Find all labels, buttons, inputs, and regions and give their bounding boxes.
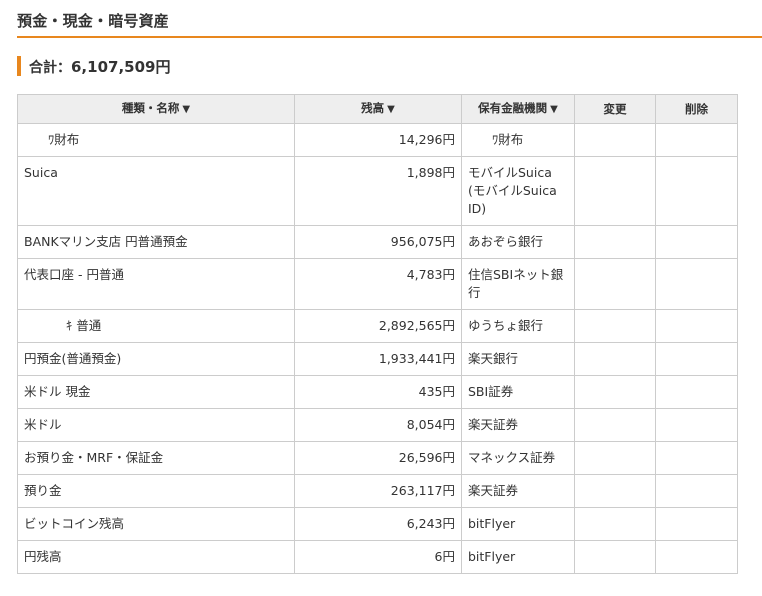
cell-institution: SBI証券: [461, 375, 575, 409]
cell-balance: 263,117円: [294, 474, 462, 508]
table-row: 円残高 6円 bitFlyer: [17, 540, 738, 574]
cell-institution: bitFlyer: [461, 507, 575, 541]
cell-name: お預り金・MRF・保証金: [17, 441, 295, 475]
cell-delete[interactable]: [655, 225, 738, 259]
cell-edit[interactable]: [574, 225, 656, 259]
table-row: ｷ 普通 2,892,565円 ゆうちょ銀行: [17, 309, 738, 343]
cell-edit[interactable]: [574, 441, 656, 475]
table-row: 米ドル 8,054円 楽天証券: [17, 408, 738, 442]
total-label: 合計：: [29, 59, 71, 76]
title-divider: [17, 36, 762, 38]
cell-balance: 6円: [294, 540, 462, 574]
cell-delete[interactable]: [655, 309, 738, 343]
table-row: ﾜ財布 14,296円 ﾜ財布: [17, 123, 738, 157]
cell-institution: ﾜ財布: [461, 123, 575, 157]
cell-name: 預り金: [17, 474, 295, 508]
cell-edit[interactable]: [574, 540, 656, 574]
header-institution-label: 保有金融機関: [478, 101, 548, 115]
cell-edit[interactable]: [574, 474, 656, 508]
cell-name: ビットコイン残高: [17, 507, 295, 541]
cell-edit[interactable]: [574, 309, 656, 343]
cell-delete[interactable]: [655, 507, 738, 541]
cell-edit[interactable]: [574, 258, 656, 310]
cell-delete[interactable]: [655, 123, 738, 157]
cell-institution: マネックス証券: [461, 441, 575, 475]
total-summary: 合計： 6,107,509円: [17, 56, 170, 76]
cell-name: Suica: [17, 156, 295, 226]
cell-institution: 楽天銀行: [461, 342, 575, 376]
table-row: 代表口座 - 円普通 4,783円 住信SBIネット銀行: [17, 258, 738, 310]
cell-edit[interactable]: [574, 375, 656, 409]
cell-delete[interactable]: [655, 540, 738, 574]
table-row: お預り金・MRF・保証金 26,596円 マネックス証券: [17, 441, 738, 475]
table-row: Suica 1,898円 モバイルSuica (モバイルSuica ID): [17, 156, 738, 226]
cell-balance: 26,596円: [294, 441, 462, 475]
cell-name: 米ドル: [17, 408, 295, 442]
total-value: 6,107,509円: [71, 57, 171, 76]
cell-delete[interactable]: [655, 375, 738, 409]
cell-name: 円預金(普通預金): [17, 342, 295, 376]
cell-name: BANKマリン支店 円普通預金: [17, 225, 295, 259]
cell-institution: 住信SBIネット銀行: [461, 258, 575, 310]
header-balance-sort[interactable]: 残高 ▼: [294, 94, 462, 124]
cell-name: ｷ 普通: [17, 309, 295, 343]
cell-edit[interactable]: [574, 507, 656, 541]
header-name-label: 種類・名称: [121, 101, 180, 115]
cell-balance: 8,054円: [294, 408, 462, 442]
header-edit: 変更: [574, 94, 656, 124]
cell-balance: 1,898円: [294, 156, 462, 226]
sort-down-icon: ▼: [550, 104, 558, 115]
table-row: 円預金(普通預金) 1,933,441円 楽天銀行: [17, 342, 738, 376]
table-row: 預り金 263,117円 楽天証券: [17, 474, 738, 508]
cell-institution: 楽天証券: [461, 474, 575, 508]
cell-delete[interactable]: [655, 441, 738, 475]
cell-institution: ゆうちょ銀行: [461, 309, 575, 343]
total-text: 合計： 6,107,509円: [29, 56, 170, 77]
sort-down-icon: ▼: [387, 104, 395, 115]
cell-edit[interactable]: [574, 123, 656, 157]
table-row: ビットコイン残高 6,243円 bitFlyer: [17, 507, 738, 541]
total-accent-bar: [17, 56, 21, 76]
cell-delete[interactable]: [655, 408, 738, 442]
cell-institution: bitFlyer: [461, 540, 575, 574]
cell-name: 米ドル 現金: [17, 375, 295, 409]
cell-balance: 14,296円: [294, 123, 462, 157]
table-row: BANKマリン支店 円普通預金 956,075円 あおぞら銀行: [17, 225, 738, 259]
assets-table: 種類・名称 ▼ 残高 ▼ 保有金融機関 ▼ 変更 削除 ﾜ財布 14,296円 ﾜ財布…: [17, 94, 738, 574]
cell-edit[interactable]: [574, 408, 656, 442]
table-header-row: 種類・名称 ▼ 残高 ▼ 保有金融機関 ▼ 変更 削除: [17, 94, 738, 124]
page-title: 預金・現金・暗号資産: [17, 12, 170, 30]
cell-balance: 6,243円: [294, 507, 462, 541]
cell-name: ﾜ財布: [17, 123, 295, 157]
cell-balance: 1,933,441円: [294, 342, 462, 376]
cell-name: 代表口座 - 円普通: [17, 258, 295, 310]
cell-institution: モバイルSuica (モバイルSuica ID): [461, 156, 575, 226]
cell-edit[interactable]: [574, 342, 656, 376]
cell-balance: 956,075円: [294, 225, 462, 259]
cell-balance: 4,783円: [294, 258, 462, 310]
cell-institution: あおぞら銀行: [461, 225, 575, 259]
cell-balance: 2,892,565円: [294, 309, 462, 343]
cell-balance: 435円: [294, 375, 462, 409]
cell-name: 円残高: [17, 540, 295, 574]
header-delete: 削除: [655, 94, 738, 124]
header-institution-sort[interactable]: 保有金融機関 ▼: [461, 94, 575, 124]
sort-down-icon: ▼: [182, 104, 191, 115]
cell-delete[interactable]: [655, 156, 738, 226]
cell-delete[interactable]: [655, 342, 738, 376]
cell-delete[interactable]: [655, 474, 738, 508]
header-name-sort[interactable]: 種類・名称 ▼: [17, 94, 295, 124]
table-row: 米ドル 現金 435円 SBI証券: [17, 375, 738, 409]
header-balance-label: 残高: [361, 101, 385, 115]
cell-edit[interactable]: [574, 156, 656, 226]
cell-delete[interactable]: [655, 258, 738, 310]
cell-institution: 楽天証券: [461, 408, 575, 442]
